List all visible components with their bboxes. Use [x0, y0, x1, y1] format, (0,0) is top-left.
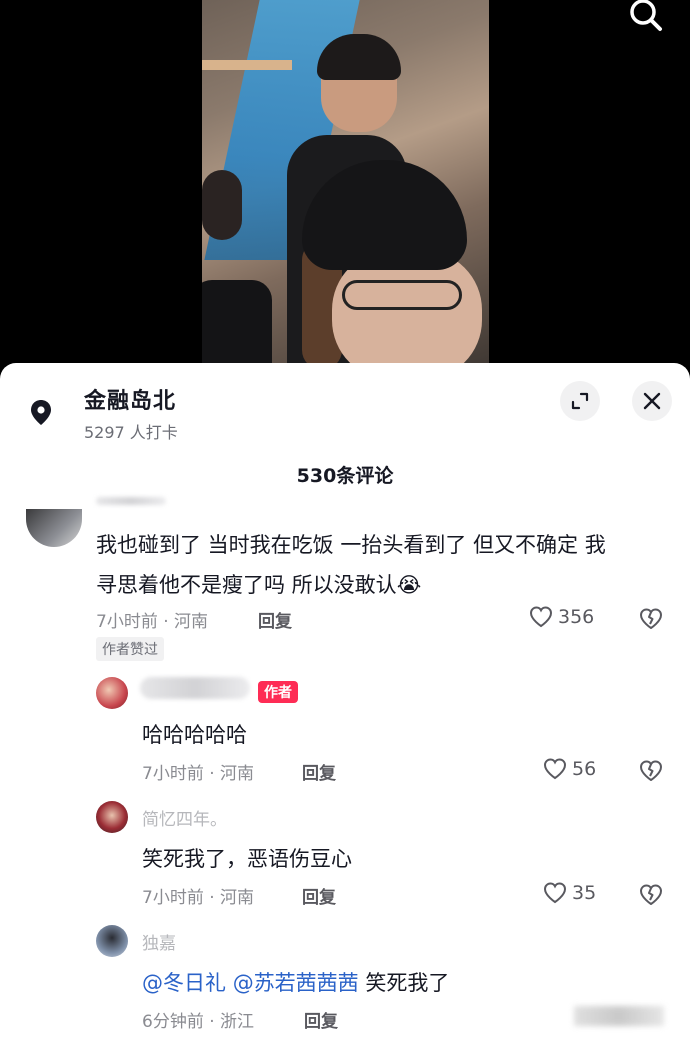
author-badge: 作者 — [258, 681, 298, 703]
heart-icon — [543, 758, 567, 780]
reply-button[interactable]: 回复 — [304, 1007, 338, 1032]
username-obscured — [140, 677, 250, 699]
avatar[interactable] — [96, 801, 128, 833]
search-icon — [630, 0, 662, 31]
reply-username[interactable]: 简忆四年。 — [142, 805, 227, 830]
avatar[interactable] — [96, 677, 128, 709]
like-count: 56 — [572, 758, 597, 780]
reply-button[interactable]: 回复 — [302, 883, 336, 908]
mention-link[interactable]: @冬日礼 — [142, 971, 226, 995]
avatar[interactable] — [26, 509, 82, 547]
expand-button[interactable] — [560, 381, 600, 421]
heart-icon — [529, 606, 553, 628]
video-frame — [202, 0, 489, 365]
search-button[interactable] — [626, 0, 670, 34]
location-checkins: 5297 人打卡 — [84, 423, 178, 442]
background-sign — [202, 60, 292, 70]
reply-button[interactable]: 回复 — [258, 607, 292, 632]
reply-meta: 6分钟前 · 浙江 — [142, 1012, 255, 1032]
broken-heart-icon[interactable] — [638, 758, 664, 784]
location-pin-icon — [31, 400, 51, 425]
person-left — [202, 170, 272, 365]
comment-meta: 7小时前 · 河南 — [96, 612, 209, 632]
broken-heart-icon[interactable] — [638, 606, 664, 632]
comment-text[interactable]: 我也碰到了 当时我在吃饭 一抬头看到了 但又不确定 我 寻思着他不是瘦了吗 所以… — [96, 525, 676, 605]
reply-username[interactable]: 独嘉 — [142, 929, 176, 954]
heart-icon — [543, 882, 567, 904]
username-obscured — [96, 497, 166, 505]
avatar[interactable] — [96, 925, 128, 957]
person-front — [302, 160, 489, 365]
close-icon — [643, 392, 661, 410]
mention-link[interactable]: @苏若茜茜茜 — [233, 971, 359, 995]
like-button[interactable]: 56 — [542, 756, 596, 782]
comment-text-line2: 寻思着他不是瘦了吗 所以没敢认😭 — [96, 573, 422, 597]
like-count: 35 — [572, 882, 597, 904]
broken-heart-icon[interactable] — [638, 882, 664, 908]
close-button[interactable] — [632, 381, 672, 421]
reply-text[interactable]: 哈哈哈哈哈 — [142, 719, 247, 749]
reply-text-body: 笑死我了 — [358, 971, 450, 995]
video-player[interactable] — [0, 0, 690, 365]
reply-text[interactable]: 笑死我了，恶语伤豆心 — [142, 843, 352, 873]
reply-meta: 7小时前 · 河南 — [142, 764, 255, 784]
comment-sheet: 金融岛北 5297 人打卡 530条评论 我也碰到了 当时我在吃饭 一抬头看到了… — [0, 363, 690, 1042]
reply-button[interactable]: 回复 — [302, 759, 336, 784]
watermark — [574, 1006, 664, 1026]
like-count: 356 — [558, 606, 595, 628]
location-header[interactable]: 金融岛北 5297 人打卡 — [0, 363, 690, 453]
comment-text-line1: 我也碰到了 当时我在吃饭 一抬头看到了 但又不确定 我 — [96, 533, 606, 557]
author-liked-tag: 作者赞过 — [96, 637, 164, 661]
comment-count: 530条评论 — [296, 465, 394, 487]
expand-icon — [571, 392, 589, 410]
reply-meta: 7小时前 · 河南 — [142, 888, 255, 908]
location-name[interactable]: 金融岛北 — [84, 383, 176, 415]
reply-text[interactable]: @冬日礼 @苏若茜茜茜 笑死我了 — [142, 967, 449, 997]
like-button[interactable]: 356 — [528, 604, 594, 630]
like-button[interactable]: 35 — [542, 880, 596, 906]
crying-emoji: 😭 — [396, 573, 422, 597]
